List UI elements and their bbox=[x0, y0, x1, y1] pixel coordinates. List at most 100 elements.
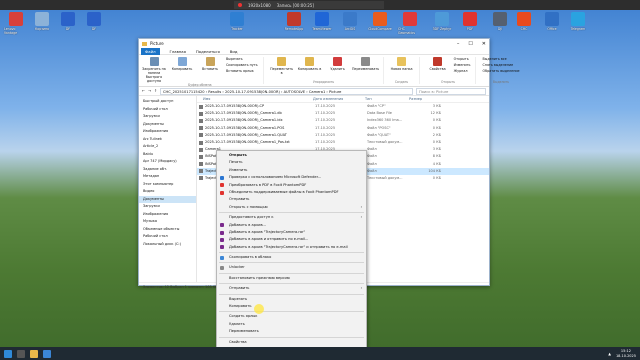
context-menu-item[interactable]: Объединить поддерживаемые файлы в Foxit … bbox=[217, 189, 366, 196]
nav-item[interactable]: Этот компьютер bbox=[139, 181, 196, 189]
new-folder-button[interactable]: Новая папка bbox=[390, 57, 414, 71]
select-all-button[interactable]: Выделить все bbox=[482, 57, 519, 61]
file-row[interactable]: 2025-10-17-091538(0N-00OR)_Camera1_Pos.t… bbox=[197, 139, 489, 146]
copy-to-button[interactable]: Копировать в bbox=[298, 57, 322, 71]
context-menu-item[interactable]: Добавить в архив "TrajectoryCamera.rar" bbox=[217, 229, 366, 236]
nav-item[interactable]: Рабочий стол bbox=[139, 106, 196, 114]
desktop-icon[interactable]: Office bbox=[540, 12, 564, 42]
nav-item[interactable]: Article_2 bbox=[139, 143, 196, 151]
paste-shortcut-button[interactable]: Вставить ярлык bbox=[226, 69, 258, 73]
context-menu-item[interactable]: Копировать bbox=[217, 303, 366, 310]
context-menu-item[interactable]: Предоставить доступ к › bbox=[217, 214, 366, 221]
nav-item[interactable]: Видео bbox=[139, 188, 196, 196]
forward-icon[interactable]: → bbox=[148, 89, 151, 93]
context-menu-item[interactable]: Преобразовать в PDF в Foxit PhantomPDF bbox=[217, 182, 366, 189]
context-menu-item[interactable]: Печать bbox=[217, 159, 366, 166]
context-menu-item[interactable]: Unlocker bbox=[217, 264, 366, 271]
file-row[interactable]: 2025-10-17-091538(0N-00OR)_Camera1.idx 17… bbox=[197, 117, 489, 124]
desktop-icon[interactable]: Lenovo Vantage bbox=[4, 12, 28, 42]
context-menu-item[interactable]: Переименовать bbox=[217, 328, 366, 335]
delete-button[interactable]: Удалить bbox=[326, 57, 350, 71]
move-to-button[interactable]: Переместить в bbox=[270, 57, 294, 75]
file-row[interactable]: 2025-10-17-091538(0N-00OR)_Camera1.POS 17… bbox=[197, 125, 489, 132]
context-menu-item[interactable]: Открыть bbox=[217, 152, 366, 159]
browser-icon[interactable] bbox=[43, 349, 51, 358]
minimize-icon[interactable]: – bbox=[457, 41, 460, 47]
open-button[interactable]: Открыть bbox=[454, 57, 471, 61]
file-row[interactable]: 2025-10-17-091538(0N-00OR)_Camera1.QUAT 1… bbox=[197, 132, 489, 139]
context-menu-item[interactable]: Вырезать bbox=[217, 296, 366, 303]
tab-file[interactable]: Файл bbox=[141, 47, 160, 55]
history-button[interactable]: Журнал bbox=[454, 69, 471, 73]
menu-item-label: Добавить в архив "TrajectoryCamera.rar" bbox=[229, 229, 306, 234]
column-type[interactable]: Тип bbox=[365, 96, 409, 102]
copy-path-button[interactable]: Скопировать путь bbox=[226, 63, 258, 67]
nav-item[interactable]: Рабочий стол bbox=[139, 233, 196, 241]
nav-item[interactable]: Документы bbox=[139, 121, 196, 129]
nav-item[interactable]: Локальный диск (C:) bbox=[139, 241, 196, 249]
column-name[interactable]: Имя bbox=[203, 96, 313, 102]
file-row[interactable]: 2025-10-17-091538(0N-00OR)_Camera1.db 17.… bbox=[197, 110, 489, 117]
nav-item[interactable]: Apr 747 (Мордасу) bbox=[139, 158, 196, 166]
maximize-icon[interactable]: ☐ bbox=[468, 41, 472, 47]
properties-button[interactable]: Свойства bbox=[426, 57, 450, 71]
context-menu-item[interactable]: Изменить bbox=[217, 167, 366, 174]
nav-item[interactable]: Быстрый доступ bbox=[139, 98, 196, 106]
context-menu-item[interactable]: Свойства bbox=[217, 339, 366, 346]
paste-button[interactable]: Вставить bbox=[198, 57, 222, 71]
back-icon[interactable]: ← bbox=[142, 89, 145, 93]
menu-item-label: Открыть с помощью bbox=[229, 204, 268, 209]
search-icon[interactable] bbox=[17, 349, 25, 358]
nav-item[interactable]: Документы bbox=[139, 195, 196, 203]
pin-button[interactable]: Закрепить на панели быстрого доступа bbox=[142, 57, 166, 83]
context-menu-item[interactable]: Удалить bbox=[217, 321, 366, 328]
select-none-button[interactable]: Снять выделение bbox=[482, 63, 519, 67]
clock[interactable]: 15:12 18.10.2025 bbox=[616, 349, 636, 358]
nav-item[interactable]: Метадан bbox=[139, 173, 196, 181]
context-menu-item[interactable]: Скопировать в облако bbox=[217, 254, 366, 261]
context-menu-item[interactable]: Добавить в архив "TrajectoryCamera.rar" … bbox=[217, 244, 366, 251]
context-menu-item[interactable]: Создать ярлык bbox=[217, 313, 366, 320]
search-input[interactable]: Поиск в: Picture bbox=[416, 87, 486, 95]
nav-item[interactable]: Arc Tulinek bbox=[139, 136, 196, 144]
nav-item[interactable]: Объемные объекты bbox=[139, 226, 196, 234]
desktop-icon[interactable]: DF bbox=[56, 12, 80, 42]
copy-button[interactable]: Копировать bbox=[170, 57, 194, 71]
desktop-icon[interactable]: DJI bbox=[488, 12, 512, 42]
close-icon[interactable]: ✕ bbox=[482, 41, 486, 47]
start-icon[interactable] bbox=[4, 349, 12, 358]
column-date[interactable]: Дата изменения bbox=[313, 96, 365, 102]
rename-button[interactable]: Переименовать bbox=[352, 57, 379, 71]
tab-share[interactable]: Поделиться bbox=[196, 49, 220, 54]
desktop-icon[interactable]: CHC bbox=[512, 12, 536, 42]
screen-recorder-panel[interactable]: 1920x1080 Запись [00:00:25] bbox=[234, 1, 384, 9]
invert-selection-button[interactable]: Обратить выделение bbox=[482, 69, 519, 73]
path-field[interactable]: CHC_20251017115420 › Results › 2025-10-1… bbox=[160, 87, 413, 95]
tab-home[interactable]: Главная bbox=[170, 49, 186, 54]
nav-item[interactable]: Загрузки bbox=[139, 203, 196, 211]
nav-item[interactable]: Изображения bbox=[139, 211, 196, 219]
context-menu-item[interactable]: Восстановить прежнюю версию bbox=[217, 275, 366, 282]
explorer-icon[interactable] bbox=[30, 349, 38, 358]
nav-item[interactable]: Загрузки bbox=[139, 113, 196, 121]
context-menu-item[interactable]: Открыть с помощью › bbox=[217, 204, 366, 211]
desktop-icon[interactable]: Корзина bbox=[30, 12, 54, 42]
context-menu-item[interactable]: Добавить в архив и отправить по e-mail..… bbox=[217, 236, 366, 243]
context-menu-item[interactable]: Отправить › bbox=[217, 285, 366, 292]
column-size[interactable]: Размер bbox=[409, 96, 439, 102]
nav-item[interactable]: Музыка bbox=[139, 218, 196, 226]
context-menu-item[interactable]: Проверка с использованием Microsoft Defe… bbox=[217, 174, 366, 181]
context-menu-item[interactable]: Отправить bbox=[217, 196, 366, 203]
tab-view[interactable]: Вид bbox=[230, 49, 238, 54]
network-icon[interactable]: ▲ bbox=[608, 352, 611, 356]
desktop-icon[interactable]: Telegram bbox=[566, 12, 590, 42]
edit-button[interactable]: Изменить bbox=[454, 63, 471, 67]
context-menu-item[interactable]: Добавить в архив... bbox=[217, 222, 366, 229]
cut-button[interactable]: Вырезать bbox=[226, 57, 258, 61]
nav-item[interactable]: Изображения bbox=[139, 128, 196, 136]
nav-item[interactable]: Задание обт. bbox=[139, 166, 196, 174]
up-icon[interactable]: ↑ bbox=[154, 89, 157, 93]
nav-item[interactable]: Baidu bbox=[139, 151, 196, 159]
file-row[interactable]: 2025-10-17-091538(0N-00OR).CP 17.10.2025 Ф… bbox=[197, 103, 489, 110]
desktop-icon[interactable]: DF bbox=[82, 12, 106, 42]
